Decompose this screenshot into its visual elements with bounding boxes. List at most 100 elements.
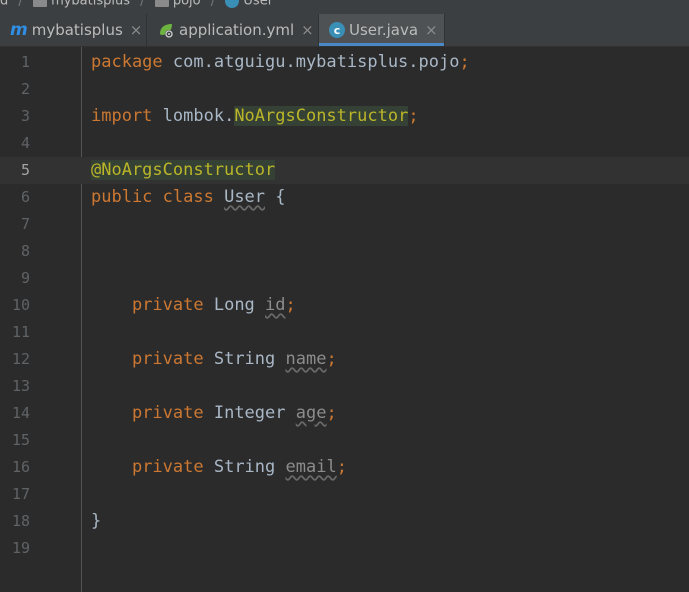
code-token: private — [131, 349, 204, 369]
editor-tab-bar: m mybatisplus × application.yml × c User… — [0, 14, 689, 47]
breadcrumb-separator: / — [140, 0, 145, 9]
tab-label: application.yml — [179, 21, 295, 39]
folder-icon — [154, 0, 169, 7]
code-line[interactable]: 19 — [0, 535, 689, 562]
code-text[interactable]: private String email; — [91, 454, 347, 481]
code-token: Long — [203, 295, 266, 315]
code-token: ; — [285, 295, 296, 315]
line-number: 17 — [11, 485, 30, 503]
code-token: ; — [408, 106, 419, 126]
tab-user-java[interactable]: c User.java × — [319, 14, 445, 46]
code-token: ; — [336, 457, 347, 477]
code-line[interactable]: 8 — [0, 238, 689, 265]
code-line[interactable]: 6 public class User { — [0, 184, 689, 211]
code-token: package — [91, 52, 163, 72]
code-text[interactable]: public class User { — [91, 184, 286, 211]
java-class-icon: c — [329, 22, 345, 38]
line-number: 16 — [11, 458, 30, 476]
code-text[interactable]: } — [91, 508, 101, 535]
tab-label: mybatisplus — [31, 21, 123, 39]
breadcrumb-item[interactable]: d — [0, 0, 8, 9]
breadcrumb-item-pojo[interactable]: pojo — [173, 0, 201, 9]
code-token: NoArgsConstructor — [234, 106, 409, 126]
code-token: User — [224, 187, 266, 207]
code-token: lombok. — [152, 106, 235, 126]
java-class-icon — [225, 0, 240, 8]
breadcrumb-separator: / — [210, 0, 216, 9]
line-number: 7 — [20, 215, 30, 233]
code-line[interactable]: 11 — [0, 319, 689, 346]
code-token: id — [265, 295, 286, 315]
code-line[interactable]: 12 private String name; — [0, 346, 689, 373]
code-text[interactable]: private Long id; — [91, 292, 296, 319]
breadcrumb-item-mybatisplus[interactable]: mybatisplus — [51, 0, 130, 9]
code-token: private — [131, 295, 204, 315]
tab-mybatisplus[interactable]: m mybatisplus × — [0, 14, 147, 46]
line-number: 9 — [20, 269, 30, 287]
line-number: 12 — [11, 350, 30, 368]
code-text[interactable]: import lombok.NoArgsConstructor; — [91, 103, 419, 130]
code-line[interactable]: 13 — [0, 373, 689, 400]
code-line[interactable]: 3 import lombok.NoArgsConstructor; — [0, 103, 689, 130]
code-token: { — [265, 187, 286, 207]
spring-config-icon — [157, 21, 175, 39]
code-line[interactable]: 9 — [0, 265, 689, 292]
tab-application-yml[interactable]: application.yml × — [147, 14, 319, 46]
line-number: 15 — [11, 431, 30, 449]
code-text[interactable]: @NoArgsConstructor — [91, 157, 276, 184]
code-token: String — [203, 457, 286, 477]
code-token: public class — [91, 187, 214, 207]
code-editor[interactable]: 1 package com.atguigu.mybatisplus.pojo; 2 3… — [0, 47, 689, 592]
close-icon[interactable]: × — [130, 21, 143, 39]
code-line[interactable]: 10 private Long id; — [0, 292, 689, 319]
code-line[interactable]: 4 — [0, 130, 689, 157]
code-token: @NoArgsConstructor — [91, 160, 276, 180]
code-line[interactable]: 7 — [0, 211, 689, 238]
line-number: 19 — [11, 539, 30, 557]
code-line[interactable]: 17 — [0, 481, 689, 508]
code-token: import — [91, 106, 153, 126]
code-token: private — [131, 403, 204, 423]
line-number: 13 — [11, 377, 30, 395]
code-token: String — [203, 349, 286, 369]
close-icon[interactable]: × — [425, 21, 438, 39]
code-token: ; — [326, 403, 337, 423]
code-token: } — [91, 511, 102, 531]
line-number: 1 — [20, 53, 30, 71]
folder-icon — [32, 0, 47, 7]
line-number: 14 — [11, 404, 30, 422]
code-line[interactable]: 18} — [0, 508, 689, 535]
code-line[interactable]: 15 — [0, 427, 689, 454]
code-token: email — [285, 457, 337, 477]
code-token: age — [295, 403, 327, 423]
breadcrumb-item-user[interactable]: User — [243, 0, 273, 9]
code-text[interactable]: private String name; — [91, 346, 337, 373]
tab-label: User.java — [349, 21, 419, 39]
code-line[interactable]: 2 — [0, 76, 689, 103]
code-token: Integer — [203, 403, 296, 423]
close-icon[interactable]: × — [301, 21, 314, 39]
line-number: 6 — [20, 188, 30, 206]
code-text[interactable]: private Integer age; — [91, 400, 337, 427]
code-token: ; — [326, 349, 337, 369]
line-number: 5 — [20, 161, 30, 179]
code-line[interactable]: 1 package com.atguigu.mybatisplus.pojo; — [0, 49, 689, 76]
code-token: com.atguigu.mybatisplus.pojo — [162, 52, 460, 72]
code-line[interactable]: 16 private String email; — [0, 454, 689, 481]
code-line[interactable]: 5 @NoArgsConstructor — [0, 157, 689, 184]
code-token: ; — [459, 52, 470, 72]
line-number: 8 — [20, 242, 30, 260]
code-line[interactable]: 14 private Integer age; — [0, 400, 689, 427]
line-number: 3 — [20, 107, 30, 125]
breadcrumb-separator: / — [18, 0, 23, 9]
breadcrumb: d / mybatisplus / pojo / User — [0, 0, 689, 14]
code-text[interactable]: package com.atguigu.mybatisplus.pojo; — [91, 49, 470, 76]
code-token: private — [131, 457, 204, 477]
line-number: 2 — [20, 80, 30, 98]
line-number: 18 — [11, 512, 30, 530]
